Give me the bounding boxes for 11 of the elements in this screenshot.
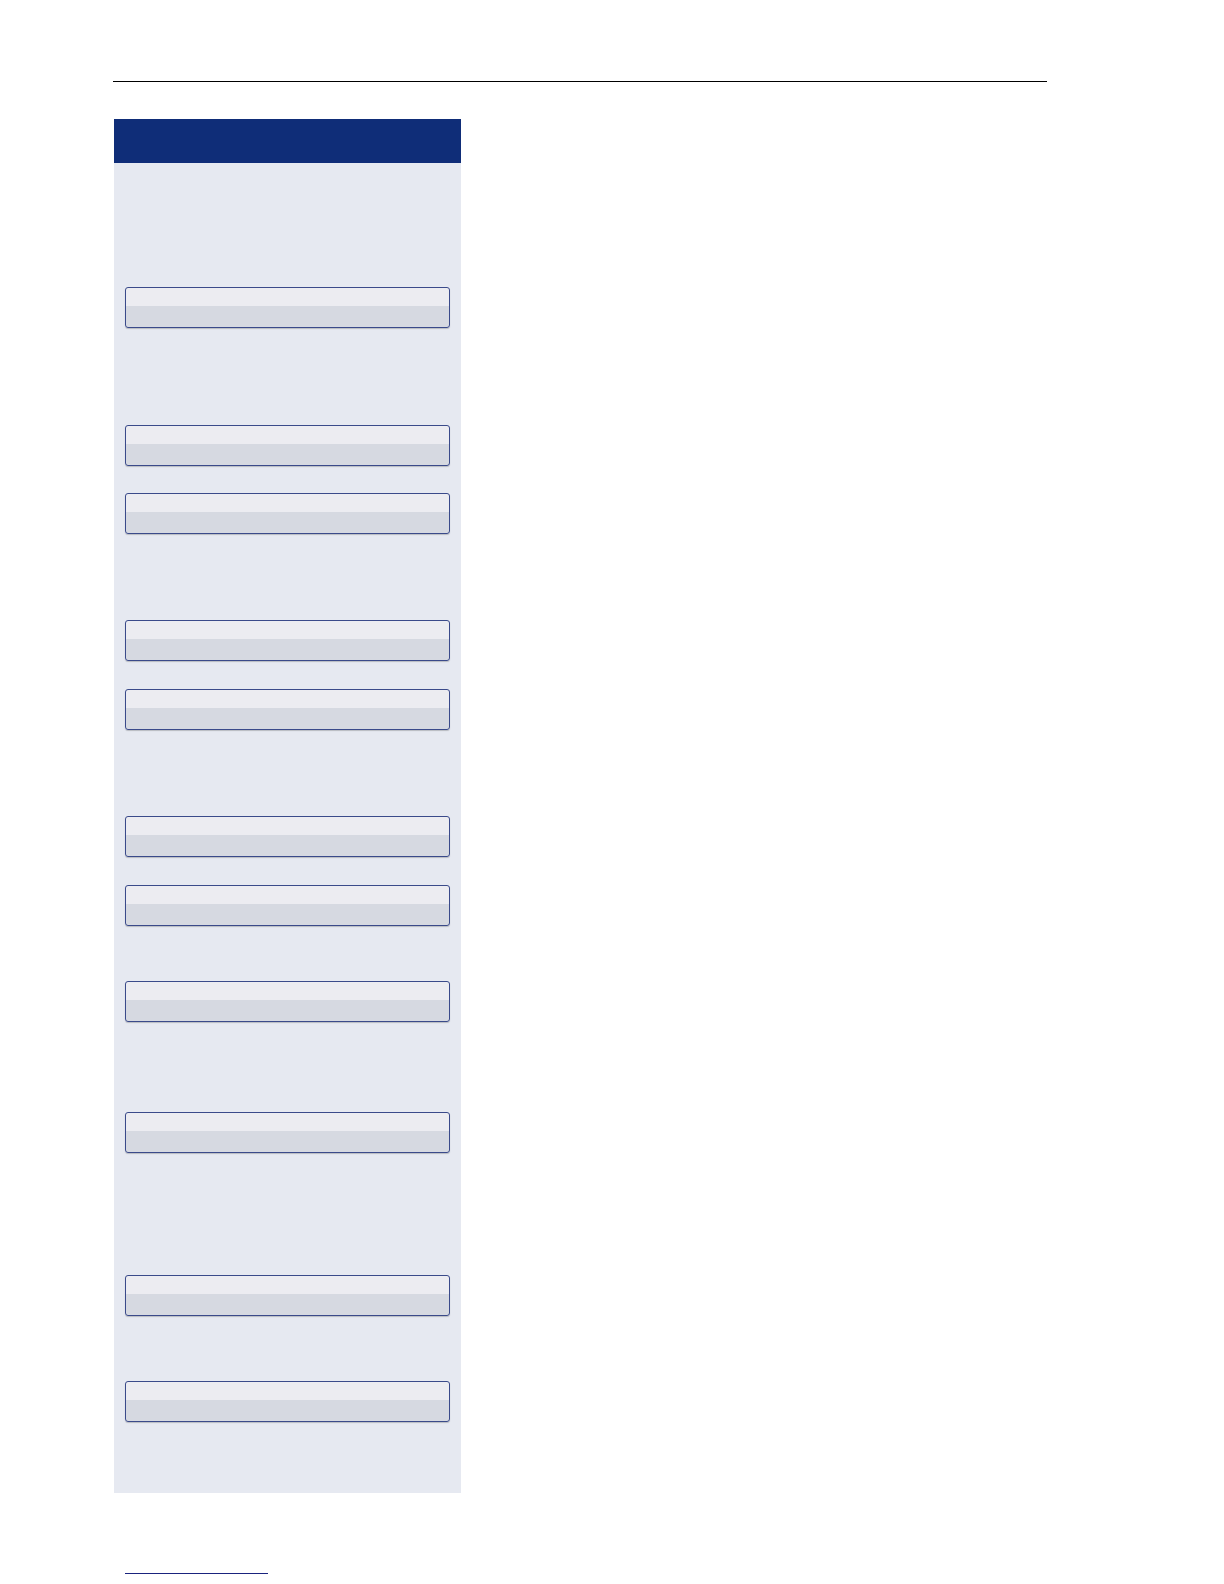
blank-button[interactable] <box>125 689 450 730</box>
blank-button[interactable] <box>125 1112 450 1153</box>
blank-button[interactable] <box>125 885 450 926</box>
blank-button[interactable] <box>125 1381 450 1422</box>
blank-button[interactable] <box>125 425 450 466</box>
blank-button[interactable] <box>125 816 450 857</box>
blank-button[interactable] <box>125 981 450 1022</box>
blank-button[interactable] <box>125 620 450 661</box>
blank-button[interactable] <box>125 1275 450 1316</box>
blank-button[interactable] <box>125 287 450 328</box>
blank-button[interactable] <box>125 493 450 534</box>
